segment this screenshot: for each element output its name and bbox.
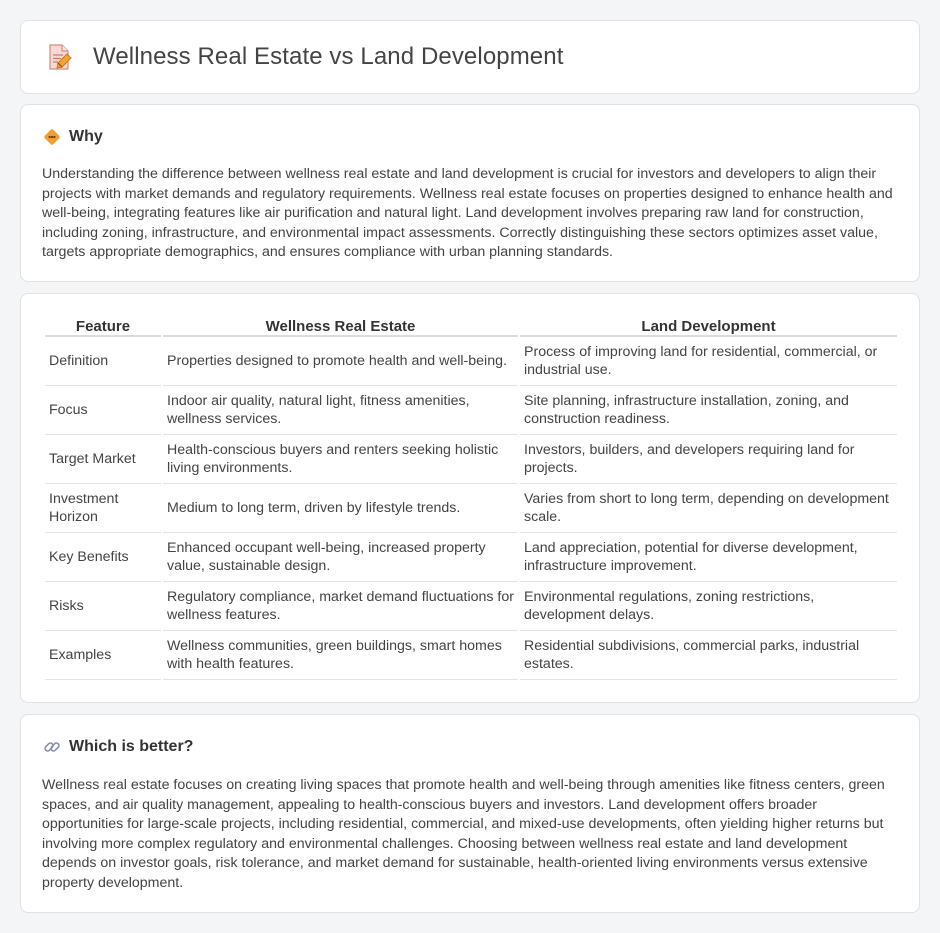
document-edit-icon xyxy=(49,44,72,70)
column-header-wellness: Wellness Real Estate xyxy=(163,315,518,337)
why-section: Why Understanding the difference between… xyxy=(20,104,920,282)
feature-cell: Risks xyxy=(45,582,161,631)
table-row: Investment Horizon Medium to long term, … xyxy=(45,484,897,533)
table-row: Key Benefits Enhanced occupant well-bein… xyxy=(45,533,897,582)
feature-cell: Target Market xyxy=(45,435,161,484)
column-header-feature: Feature xyxy=(45,315,161,337)
land-cell: Land appreciation, potential for diverse… xyxy=(520,533,897,582)
wellness-cell: Enhanced occupant well-being, increased … xyxy=(163,533,518,582)
wellness-cell: Properties designed to promote health an… xyxy=(163,337,518,386)
feature-cell: Investment Horizon xyxy=(45,484,161,533)
page-title: Wellness Real Estate vs Land Development xyxy=(93,43,564,70)
table-row: Examples Wellness communities, green bui… xyxy=(45,631,897,680)
feature-cell: Focus xyxy=(45,386,161,435)
link-icon xyxy=(44,742,60,752)
wellness-cell: Indoor air quality, natural light, fitne… xyxy=(163,386,518,435)
table-row: Focus Indoor air quality, natural light,… xyxy=(45,386,897,435)
table-header-row: Feature Wellness Real Estate Land Develo… xyxy=(45,315,897,337)
feature-cell: Examples xyxy=(45,631,161,680)
title-card: Wellness Real Estate vs Land Development xyxy=(20,20,920,94)
feature-cell: Key Benefits xyxy=(45,533,161,582)
column-header-land: Land Development xyxy=(520,315,897,337)
land-cell: Site planning, infrastructure installati… xyxy=(520,386,897,435)
table-row: Risks Regulatory compliance, market dema… xyxy=(45,582,897,631)
wellness-cell: Regulatory compliance, market demand flu… xyxy=(163,582,518,631)
why-heading: Why xyxy=(69,128,103,145)
better-heading: Which is better? xyxy=(69,738,194,755)
better-text: Wellness real estate focuses on creating… xyxy=(42,777,885,891)
wellness-cell: Wellness communities, green buildings, s… xyxy=(163,631,518,680)
land-cell: Process of improving land for residentia… xyxy=(520,337,897,386)
table-row: Definition Properties designed to promot… xyxy=(45,337,897,386)
land-cell: Investors, builders, and developers requ… xyxy=(520,435,897,484)
land-cell: Environmental regulations, zoning restri… xyxy=(520,582,897,631)
wellness-cell: Health-conscious buyers and renters seek… xyxy=(163,435,518,484)
why-header: Why xyxy=(43,128,103,146)
land-cell: Residential subdivisions, commercial par… xyxy=(520,631,897,680)
comparison-table: Feature Wellness Real Estate Land Develo… xyxy=(43,315,899,680)
wellness-cell: Medium to long term, driven by lifestyle… xyxy=(163,484,518,533)
feature-cell: Definition xyxy=(45,337,161,386)
better-header: Which is better? xyxy=(43,738,193,756)
comparison-section: Feature Wellness Real Estate Land Develo… xyxy=(20,293,920,703)
title-row: Wellness Real Estate vs Land Development xyxy=(47,43,563,71)
table-row: Target Market Health-conscious buyers an… xyxy=(45,435,897,484)
which-is-better-section: Which is better? Wellness real estate fo… xyxy=(20,714,920,913)
diamond-warning-icon xyxy=(44,129,60,145)
why-text: Understanding the difference between wel… xyxy=(42,166,893,260)
land-cell: Varies from short to long term, dependin… xyxy=(520,484,897,533)
